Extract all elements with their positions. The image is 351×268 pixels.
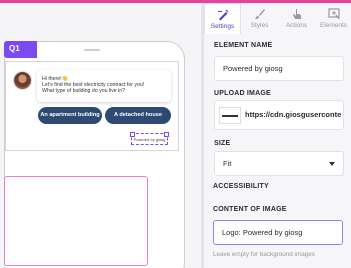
chevron-down-icon xyxy=(329,162,335,166)
content-of-image-label: CONTENT OF IMAGE xyxy=(213,206,287,213)
accessibility-label: ACCESSIBILITY xyxy=(213,183,269,190)
pointer-hand-icon xyxy=(292,9,301,19)
selected-logo-element[interactable]: Powered by giosg xyxy=(130,132,169,145)
tab-actions-label: Actions xyxy=(285,22,308,29)
upload-image-field[interactable]: https://cdn.giosguserconte xyxy=(214,100,344,130)
phone-notch xyxy=(84,49,100,51)
upload-image-label: UPLOAD IMAGE xyxy=(214,90,271,97)
option-button-apartment[interactable]: An apartment building xyxy=(38,107,102,124)
brush-icon xyxy=(254,9,265,19)
panel-tabs: Settings Styles Actions Elements xyxy=(204,3,351,34)
element-name-input[interactable]: Powered by giosg xyxy=(214,56,344,81)
bot-message-bubble[interactable]: Hi there!👋 Let's find the best electrici… xyxy=(37,70,171,102)
settings-brush-icon xyxy=(217,9,228,21)
tab-settings-label: Settings xyxy=(210,23,235,30)
tab-elements[interactable]: Elements xyxy=(315,3,351,34)
tab-actions[interactable]: Actions xyxy=(278,3,315,34)
size-select[interactable]: Fit xyxy=(214,151,344,176)
bot-message-line-3: What type of building do you live in? xyxy=(42,88,126,95)
question-badge[interactable]: Q1 xyxy=(4,41,37,58)
tab-settings[interactable]: Settings xyxy=(204,3,241,34)
tab-elements-label: Elements xyxy=(319,22,348,29)
image-thumbnail xyxy=(219,106,241,124)
bot-avatar xyxy=(13,71,32,90)
content-of-image-help-text: Leave empty for background images xyxy=(213,251,315,258)
size-select-value: Fit xyxy=(223,159,232,168)
content-of-image-input[interactable]: Logo: Powered by giosg xyxy=(213,220,343,245)
size-label: SIZE xyxy=(214,140,231,147)
upload-image-url: https://cdn.giosguserconte xyxy=(245,110,342,119)
option-button-detached-house[interactable]: A detached house xyxy=(105,107,171,124)
tab-styles[interactable]: Styles xyxy=(241,3,278,34)
element-name-label: ELEMENT NAME xyxy=(214,42,273,49)
add-element-icon xyxy=(327,8,340,20)
accessibility-section-highlight xyxy=(4,176,148,266)
tab-styles-label: Styles xyxy=(250,22,269,29)
